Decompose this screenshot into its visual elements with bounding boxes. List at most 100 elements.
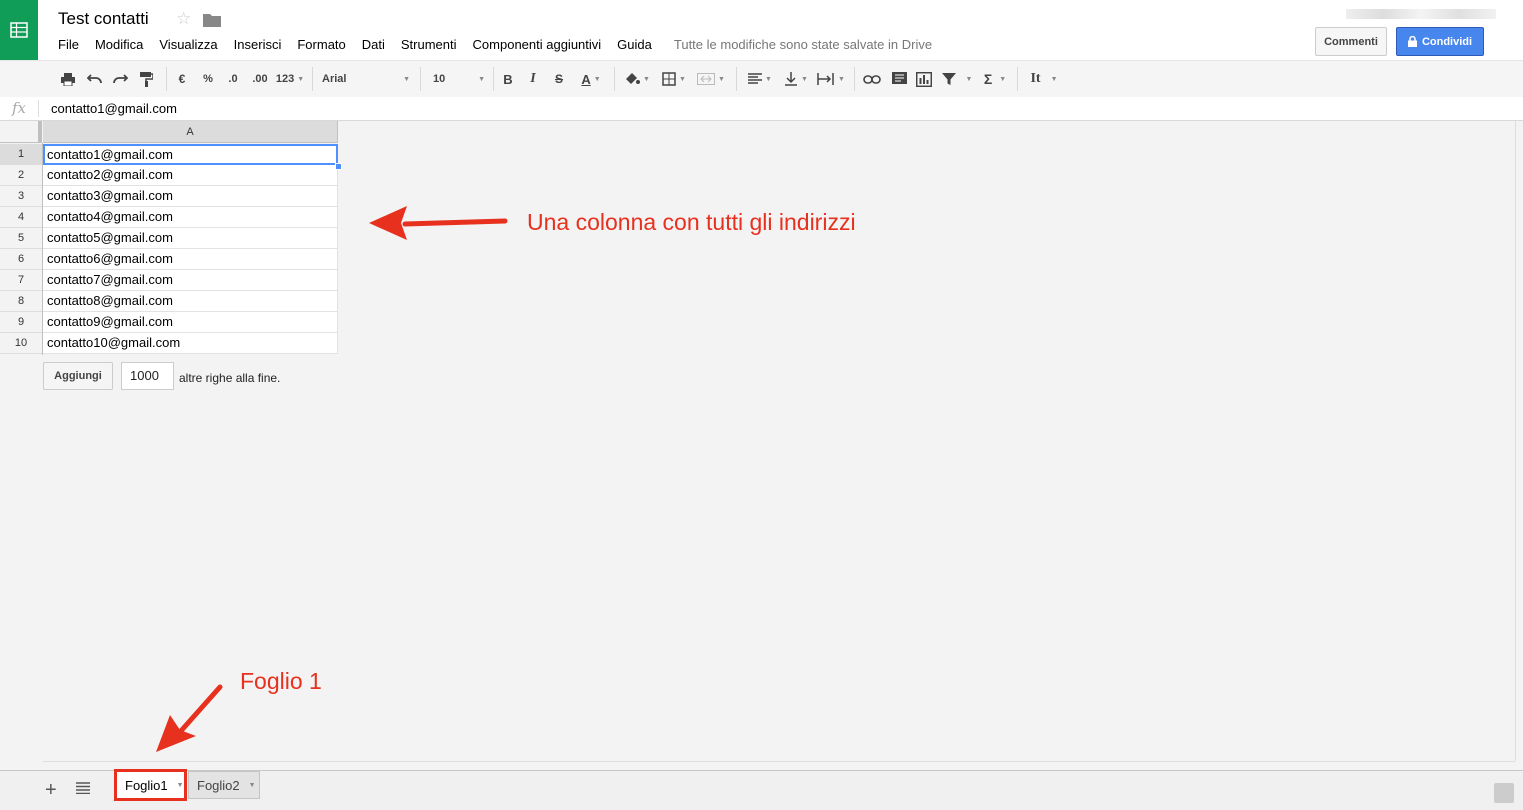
folder-icon[interactable] xyxy=(203,13,221,32)
table-row: 9 contatto9@gmail.com xyxy=(0,312,338,333)
text-color-glyph: A xyxy=(581,71,591,87)
table-row: 5 contatto5@gmail.com xyxy=(0,228,338,249)
menu-visualizza[interactable]: Visualizza xyxy=(159,37,217,52)
menu-modifica[interactable]: Modifica xyxy=(95,37,143,52)
account-name[interactable] xyxy=(1346,9,1496,19)
menu-file[interactable]: File xyxy=(58,37,79,52)
align-left-icon[interactable]: ▼ xyxy=(745,70,775,88)
table-row: 3 contatto3@gmail.com xyxy=(0,186,338,207)
lock-icon xyxy=(1407,36,1417,47)
all-sheets-icon[interactable] xyxy=(76,781,90,799)
add-sheet-icon[interactable]: + xyxy=(45,779,57,802)
sheet-tab-label: Foglio1 xyxy=(125,777,168,793)
menu-guida[interactable]: Guida xyxy=(617,37,652,52)
add-rows-count-input[interactable]: 1000 xyxy=(121,362,174,390)
menu-inserisci[interactable]: Inserisci xyxy=(234,37,282,52)
cell[interactable]: contatto9@gmail.com xyxy=(43,312,338,333)
fill-color-icon[interactable]: ▼ xyxy=(622,70,652,88)
cell[interactable]: contatto3@gmail.com xyxy=(43,186,338,207)
bold-button[interactable]: B xyxy=(501,70,515,88)
comments-button[interactable]: Commenti xyxy=(1315,27,1387,56)
chevron-down-icon: ▼ xyxy=(593,75,601,83)
sheet-tab-foglio1[interactable]: Foglio1 ▼ xyxy=(114,769,187,801)
more-formats-button[interactable]: 123 ▼ xyxy=(276,70,304,88)
redo-icon[interactable] xyxy=(111,70,129,88)
cell[interactable]: contatto6@gmail.com xyxy=(43,249,338,270)
increase-decimals-button[interactable]: .00 xyxy=(249,70,271,88)
row-header[interactable]: 5 xyxy=(0,228,42,249)
chevron-down-icon: ▼ xyxy=(297,75,305,83)
font-size-select[interactable]: 10 ▼ xyxy=(433,70,485,88)
table-row: 4 contatto4@gmail.com xyxy=(0,207,338,228)
share-button[interactable]: Condividi xyxy=(1396,27,1484,56)
row-header[interactable]: 4 xyxy=(0,207,42,228)
formula-bar: fx contatto1@gmail.com xyxy=(0,97,1523,121)
input-tools-button[interactable]: It ▼ xyxy=(1027,70,1061,88)
cell[interactable]: contatto7@gmail.com xyxy=(43,270,338,291)
add-rows-button[interactable]: Aggiungi xyxy=(43,362,113,390)
cell[interactable]: contatto2@gmail.com xyxy=(43,165,338,186)
table-row: 7 contatto7@gmail.com xyxy=(0,270,338,291)
borders-icon[interactable]: ▼ xyxy=(659,70,689,88)
row-header[interactable]: 9 xyxy=(0,312,42,333)
sheet-tab-foglio2[interactable]: Foglio2 ▼ xyxy=(188,771,260,799)
italic-button[interactable]: I xyxy=(526,70,540,88)
table-row: 6 contatto6@gmail.com xyxy=(0,249,338,270)
decrease-decimals-button[interactable]: .0 xyxy=(224,70,242,88)
font-family-select[interactable]: Arial ▼ xyxy=(322,70,410,88)
table-row: 1 contatto1@gmail.com xyxy=(0,144,338,165)
explore-icon[interactable] xyxy=(1494,783,1514,803)
sheet-tabs-bar: + Foglio1 ▼ Foglio2 ▼ xyxy=(0,769,1523,810)
text-wrap-icon[interactable]: ▼ xyxy=(815,70,847,88)
document-title[interactable]: Test contatti xyxy=(58,9,149,29)
strikethrough-button[interactable]: S xyxy=(552,70,566,88)
horizontal-scrollbar[interactable] xyxy=(43,761,1515,770)
currency-button[interactable]: € xyxy=(175,70,189,88)
row-header[interactable]: 3 xyxy=(0,186,42,207)
comment-icon[interactable] xyxy=(890,70,908,88)
menu-componenti[interactable]: Componenti aggiuntivi xyxy=(473,37,602,52)
link-icon[interactable] xyxy=(862,70,882,88)
toolbar: € % .0 .00 123 ▼ Arial ▼ 10 ▼ B I S A ▼ ▼ ▼ … xyxy=(0,60,1523,98)
vertical-scrollbar[interactable] xyxy=(1515,121,1523,761)
table-row: 10 contatto10@gmail.com xyxy=(0,333,338,354)
sheets-logo-icon[interactable] xyxy=(0,0,38,60)
column-header-a[interactable]: A xyxy=(43,121,338,143)
row-header[interactable]: 7 xyxy=(0,270,42,291)
chevron-down-icon[interactable]: ▼ xyxy=(249,782,256,789)
row-header[interactable]: 1 xyxy=(0,144,42,165)
selection-fill-handle[interactable] xyxy=(335,163,342,170)
add-rows-suffix: altre righe alla fine. xyxy=(179,371,281,385)
cell[interactable]: contatto10@gmail.com xyxy=(43,333,338,354)
row-header[interactable]: 2 xyxy=(0,165,42,186)
annotation-arrow-down-icon xyxy=(156,684,223,752)
cell[interactable]: contatto5@gmail.com xyxy=(43,228,338,249)
chart-icon[interactable] xyxy=(914,70,934,88)
select-all-corner[interactable] xyxy=(0,121,42,143)
save-status: Tutte le modifiche sono state salvate in… xyxy=(673,37,933,52)
fx-icon: fx xyxy=(12,99,27,117)
percent-button[interactable]: % xyxy=(200,70,216,88)
cell[interactable]: contatto4@gmail.com xyxy=(43,207,338,228)
functions-button[interactable]: Σ ▼ xyxy=(981,70,1009,88)
sum-icon: Σ xyxy=(983,71,993,87)
cell[interactable]: contatto8@gmail.com xyxy=(43,291,338,312)
paint-format-icon[interactable] xyxy=(137,70,155,88)
filter-icon[interactable]: ▼ xyxy=(941,70,973,88)
cell[interactable]: contatto1@gmail.com xyxy=(43,144,338,165)
row-header[interactable]: 6 xyxy=(0,249,42,270)
undo-icon[interactable] xyxy=(85,70,103,88)
menu-dati[interactable]: Dati xyxy=(362,37,385,52)
table-row: 8 contatto8@gmail.com xyxy=(0,291,338,312)
menu-formato[interactable]: Formato xyxy=(297,37,345,52)
chevron-down-icon[interactable]: ▼ xyxy=(177,782,184,789)
row-header[interactable]: 8 xyxy=(0,291,42,312)
vertical-align-icon[interactable]: ▼ xyxy=(781,70,811,88)
menu-strumenti[interactable]: Strumenti xyxy=(401,37,457,52)
star-icon[interactable]: ☆ xyxy=(176,9,191,29)
merge-cells-icon[interactable]: ▼ xyxy=(694,70,728,88)
print-icon[interactable] xyxy=(59,70,77,88)
formula-input[interactable]: contatto1@gmail.com xyxy=(51,101,177,116)
row-header[interactable]: 10 xyxy=(0,333,42,354)
text-color-button[interactable]: A ▼ xyxy=(574,70,608,88)
